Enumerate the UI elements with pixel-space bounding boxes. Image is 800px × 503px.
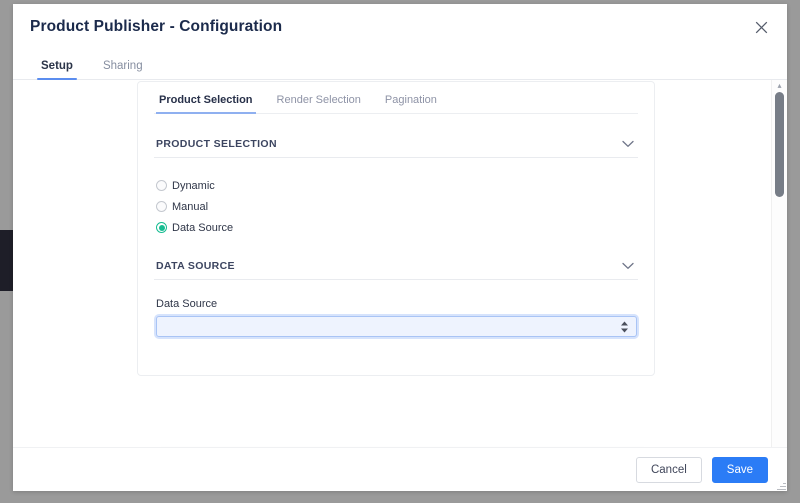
scroll-up-arrow-icon[interactable]: ▴ [772, 82, 787, 90]
tab-product-selection-label: Product Selection [159, 94, 253, 106]
configuration-modal: Product Publisher - Configuration Setup … [13, 4, 787, 491]
configuration-card: Product Selection Render Selection Pagin… [137, 81, 655, 376]
chevron-down-icon[interactable] [622, 140, 634, 148]
tab-product-selection[interactable]: Product Selection [156, 94, 256, 114]
radio-data-source-mark[interactable] [156, 222, 167, 233]
radio-dynamic-label: Dynamic [172, 179, 215, 192]
tab-setup[interactable]: Setup [37, 60, 77, 80]
page-title: Product Publisher - Configuration [30, 18, 283, 35]
section-header-product-selection[interactable]: PRODUCT SELECTION [154, 138, 638, 158]
close-icon[interactable] [747, 13, 775, 41]
scrollbar-thumb[interactable] [775, 92, 784, 197]
data-source-field-block: Data Source [154, 298, 638, 337]
modal-header: Product Publisher - Configuration [13, 4, 787, 50]
tab-sharing-label: Sharing [102, 60, 143, 72]
tab-pagination[interactable]: Pagination [382, 94, 440, 113]
radio-manual-label: Manual [172, 200, 209, 213]
radio-dynamic[interactable]: Dynamic [156, 175, 638, 196]
radio-data-source-label: Data Source [172, 221, 234, 234]
cancel-button[interactable]: Cancel [635, 456, 702, 483]
vertical-scrollbar[interactable]: ▴ [771, 80, 787, 447]
tab-setup-label: Setup [41, 60, 73, 72]
data-source-select[interactable] [156, 316, 637, 337]
tab-render-selection-label: Render Selection [276, 94, 361, 106]
tab-render-selection[interactable]: Render Selection [274, 94, 364, 113]
data-source-field-label: Data Source [156, 298, 218, 310]
chevron-down-icon[interactable] [622, 262, 634, 270]
background-page-dark-panel [0, 230, 13, 291]
radio-manual-mark[interactable] [156, 201, 167, 212]
resize-grip[interactable] [777, 481, 786, 490]
save-button[interactable]: Save [711, 456, 768, 483]
select-updown-icon[interactable] [620, 320, 629, 333]
modal-body: Product Selection Render Selection Pagin… [13, 80, 787, 447]
radio-dynamic-mark[interactable] [156, 180, 167, 191]
tab-pagination-label: Pagination [384, 94, 437, 106]
radio-manual[interactable]: Manual [156, 196, 638, 217]
section-title-data-source: DATA SOURCE [156, 260, 235, 272]
modal-footer: Cancel Save [13, 447, 787, 491]
modal-tabbar: Setup Sharing [13, 50, 787, 80]
section-header-data-source[interactable]: DATA SOURCE [154, 260, 638, 280]
section-title-product-selection: PRODUCT SELECTION [156, 138, 277, 150]
product-selection-radio-group: Dynamic Manual Data Source [154, 175, 638, 238]
radio-data-source[interactable]: Data Source [156, 217, 638, 238]
card-tabbar: Product Selection Render Selection Pagin… [154, 82, 638, 114]
tab-sharing[interactable]: Sharing [99, 60, 147, 79]
